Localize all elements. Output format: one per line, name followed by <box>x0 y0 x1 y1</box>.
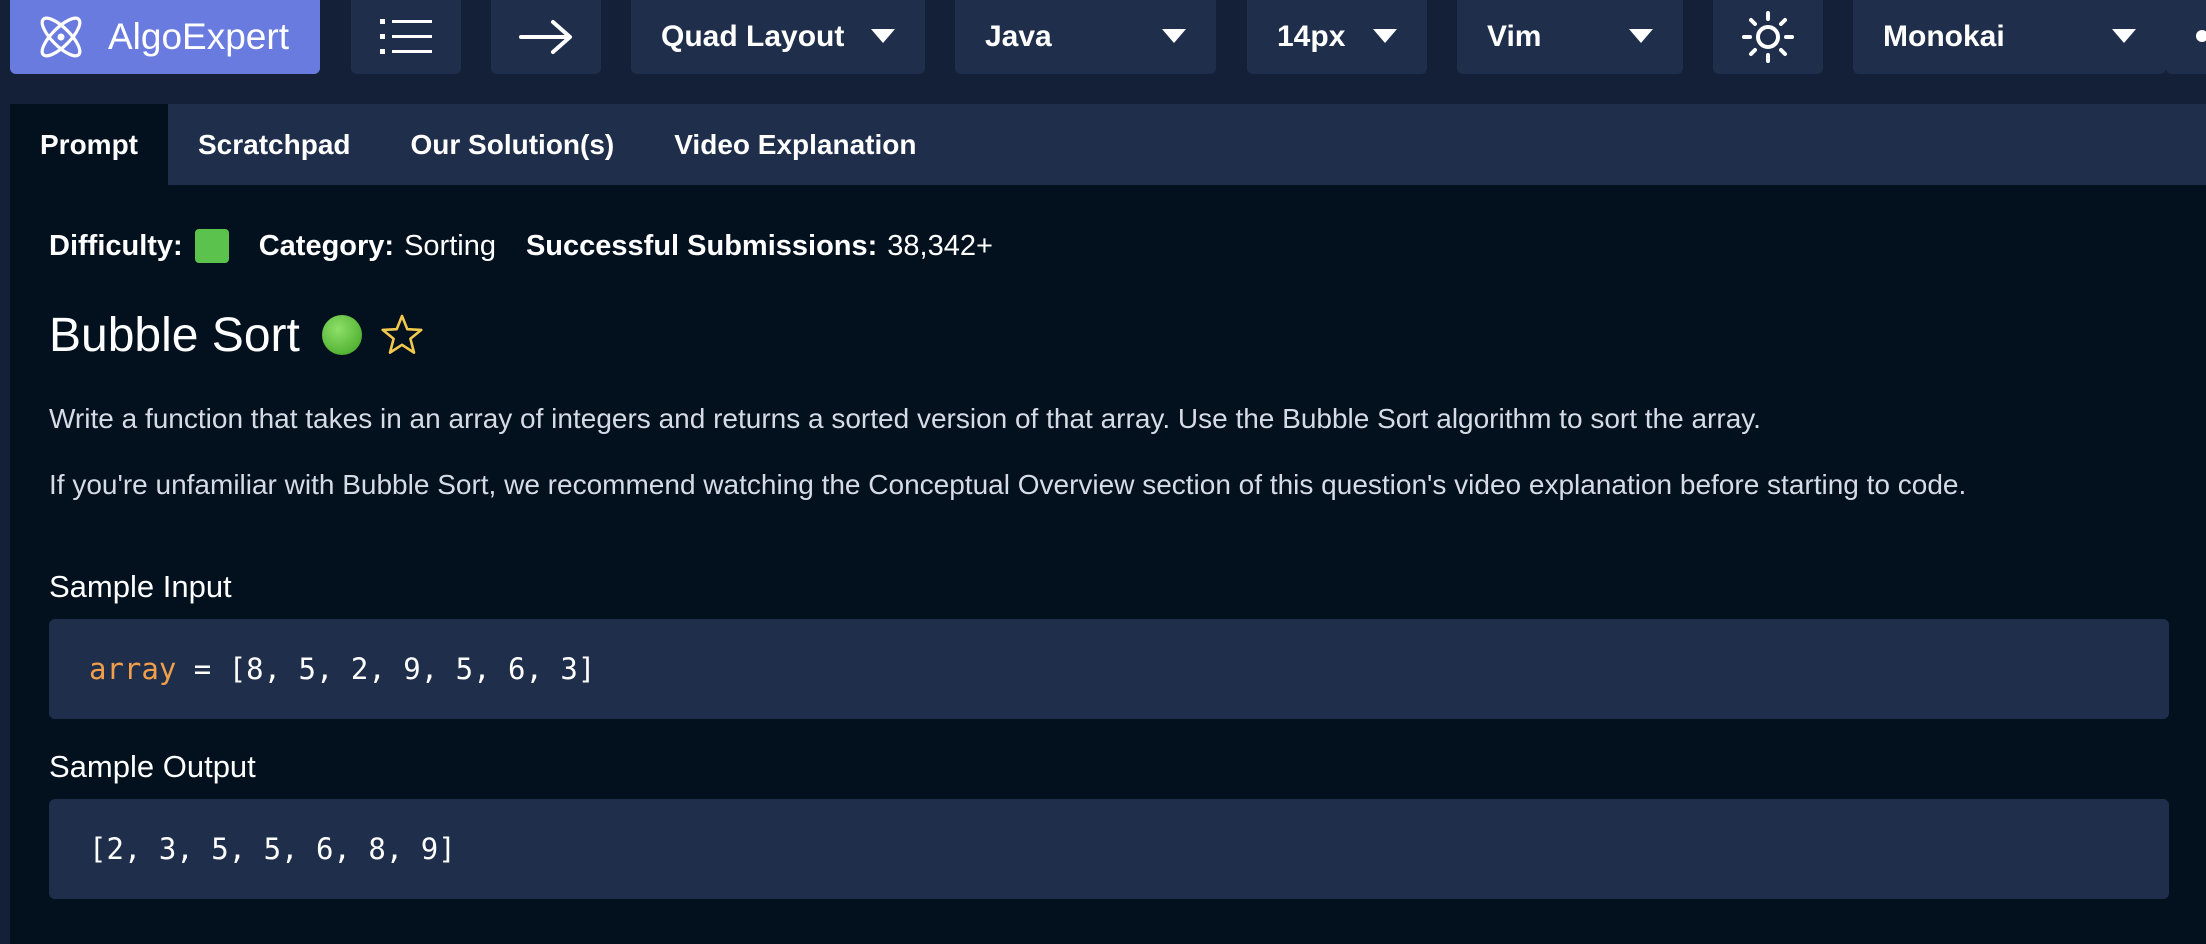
theme-toggle-button[interactable] <box>1713 0 1823 74</box>
language-dropdown-label: Java <box>985 20 1052 53</box>
tab-video-explanation[interactable]: Video Explanation <box>644 104 946 185</box>
chevron-down-icon <box>2112 29 2136 43</box>
atom-icon <box>40 16 82 58</box>
next-question-button[interactable] <box>491 0 601 74</box>
theme-dropdown[interactable]: Monokai <box>1853 0 2166 74</box>
question-list-button[interactable] <box>351 0 461 74</box>
sun-icon <box>1742 11 1794 63</box>
chevron-down-icon <box>1162 29 1186 43</box>
sample-output-value: [2, 3, 5, 5, 6, 8, 9] <box>89 832 456 866</box>
question-description-2: If you're unfamiliar with Bubble Sort, w… <box>49 469 1967 500</box>
submissions-label: Successful Submissions: <box>525 229 878 262</box>
keymap-dropdown[interactable]: Vim <box>1457 0 1683 74</box>
sample-input-code: array = [8, 5, 2, 9, 5, 6, 3] <box>49 619 2169 719</box>
question-meta: Difficulty: Category: Sorting Successful… <box>49 226 1023 266</box>
star-icon[interactable] <box>380 313 424 357</box>
chevron-down-icon <box>1373 29 1397 43</box>
sample-input-value: = [8, 5, 2, 9, 5, 6, 3] <box>176 652 596 686</box>
category-value: Sorting <box>404 229 496 262</box>
brand-name: AlgoExpert <box>108 16 289 57</box>
brand-logo-button[interactable]: AlgoExpert <box>10 0 320 74</box>
more-button[interactable] <box>2166 0 2206 74</box>
submissions-value: 38,342+ <box>887 229 993 262</box>
dot-icon <box>2196 30 2206 42</box>
sample-input-label: Sample Input <box>49 569 232 604</box>
font-size-dropdown[interactable]: 14px <box>1247 0 1427 74</box>
layout-dropdown[interactable]: Quad Layout <box>631 0 925 74</box>
language-dropdown[interactable]: Java <box>955 0 1216 74</box>
difficulty-indicator <box>194 229 229 263</box>
tab-prompt[interactable]: Prompt <box>10 104 168 185</box>
list-icon <box>380 19 432 54</box>
sample-output-label: Sample Output <box>49 749 256 784</box>
question-description-1: Write a function that takes in an array … <box>49 403 1761 434</box>
chevron-down-icon <box>1629 29 1653 43</box>
more-button-surface <box>2166 0 2206 74</box>
chevron-down-icon <box>871 29 895 43</box>
sample-output-code: [2, 3, 5, 5, 6, 8, 9] <box>49 799 2169 899</box>
tab-our-solutions[interactable]: Our Solution(s) <box>381 104 645 185</box>
layout-dropdown-label: Quad Layout <box>661 20 845 53</box>
prompt-panel: Prompt Scratchpad Our Solution(s) Video … <box>10 104 2206 944</box>
tab-scratchpad[interactable]: Scratchpad <box>168 104 381 185</box>
theme-dropdown-label: Monokai <box>1883 20 2005 53</box>
font-size-dropdown-label: 14px <box>1277 20 1346 53</box>
arrow-right-icon <box>519 20 572 54</box>
category-label: Category: <box>258 229 395 262</box>
difficulty-label: Difficulty: <box>49 229 183 262</box>
sample-input-variable: array <box>89 652 177 686</box>
question-title-row: Bubble Sort <box>49 305 424 365</box>
keymap-dropdown-label: Vim <box>1487 20 1542 53</box>
toolbar: AlgoExpert Quad Layout Java 14px Vim Mon… <box>0 0 2206 96</box>
tab-bar: Prompt Scratchpad Our Solution(s) Video … <box>10 104 2206 185</box>
difficulty-dot <box>321 315 362 355</box>
question-title: Bubble Sort <box>49 308 300 362</box>
